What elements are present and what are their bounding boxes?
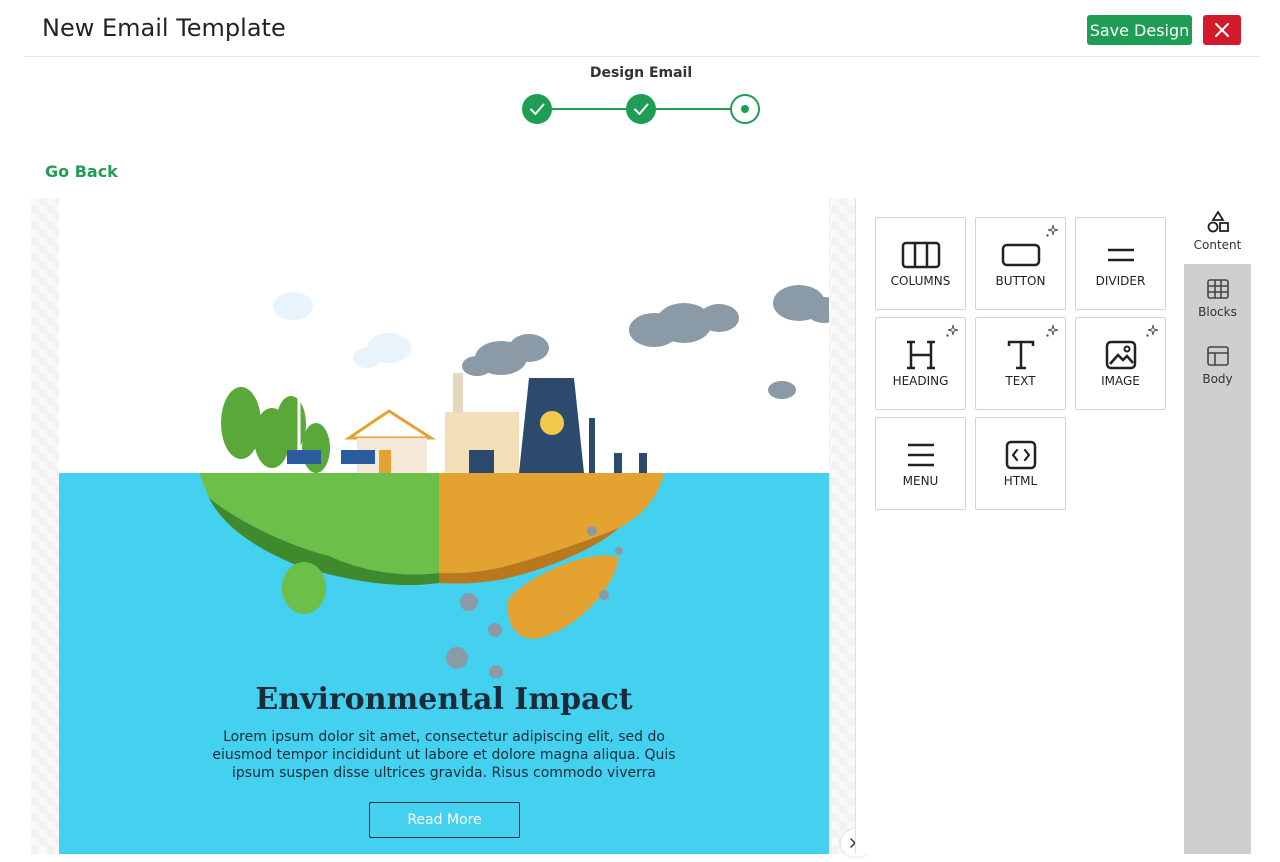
tool-label: HTML <box>1003 474 1038 488</box>
step-connector <box>655 108 731 110</box>
active-tab-pointer <box>1175 221 1185 241</box>
step-connector <box>551 108 627 110</box>
tool-label: TEXT <box>1005 374 1036 388</box>
tool-button[interactable]: BUTTON <box>975 217 1066 310</box>
shapes-icon <box>1207 210 1229 233</box>
tab-label: Body <box>1202 372 1233 386</box>
tool-label: HEADING <box>892 374 949 388</box>
checkmark-icon <box>530 103 545 115</box>
tool-columns[interactable]: COLUMNS <box>875 217 966 310</box>
tool-label: DIVIDER <box>1095 274 1146 288</box>
menu-icon <box>908 443 934 467</box>
close-button[interactable] <box>1203 15 1241 45</box>
email-heading: Environmental Impact <box>255 682 633 717</box>
tool-label: MENU <box>902 474 939 488</box>
page-title: New Email Template <box>42 14 286 42</box>
save-design-button[interactable]: Save Design <box>1087 15 1192 45</box>
close-icon <box>1215 23 1229 37</box>
blocks-icon <box>1207 279 1229 299</box>
step-2-complete <box>626 94 656 124</box>
step-1-complete <box>522 94 552 124</box>
tab-blocks[interactable]: Blocks <box>1184 265 1251 331</box>
ai-sparkle-icon <box>946 324 959 337</box>
tool-label: IMAGE <box>1101 374 1140 388</box>
go-back-link[interactable]: Go Back <box>45 162 118 181</box>
email-canvas: Environmental Impact Lorem ipsum dolor s… <box>31 198 856 854</box>
tab-label: Content <box>1193 238 1242 252</box>
current-step-dot <box>741 105 749 113</box>
tool-html[interactable]: HTML <box>975 417 1066 510</box>
tool-heading[interactable]: HEADING <box>875 317 966 410</box>
tool-image[interactable]: IMAGE <box>1075 317 1166 410</box>
tool-text[interactable]: TEXT <box>975 317 1066 410</box>
columns-icon <box>901 241 941 269</box>
email-preview[interactable]: Environmental Impact Lorem ipsum dolor s… <box>59 198 829 854</box>
divider-icon <box>1108 248 1134 262</box>
read-more-button[interactable]: Read More <box>369 802 520 838</box>
tool-divider[interactable]: DIVIDER <box>1075 217 1166 310</box>
header-divider <box>24 56 1260 57</box>
tool-label: BUTTON <box>995 274 1046 288</box>
editor-side-tabs: Content Blocks Body <box>1184 198 1251 854</box>
html-icon <box>1005 440 1037 470</box>
button-icon <box>1001 243 1041 267</box>
step-3-current <box>730 94 760 124</box>
heading-icon <box>907 340 935 370</box>
ai-sparkle-icon <box>1046 324 1059 337</box>
ai-sparkle-icon <box>1146 324 1159 337</box>
text-icon <box>1007 340 1035 370</box>
environmental-impact-illustration <box>199 285 829 678</box>
ai-sparkle-icon <box>1046 224 1059 237</box>
tool-label: COLUMNS <box>890 274 951 288</box>
tool-menu[interactable]: MENU <box>875 417 966 510</box>
image-icon <box>1105 340 1137 370</box>
content-tools-panel: COLUMNS BUTTON DIVIDER HEADING TEXT IMAG… <box>855 198 1184 854</box>
tab-label: Blocks <box>1198 305 1237 319</box>
email-body-text: Lorem ipsum dolor sit amet, consectetur … <box>212 729 676 781</box>
step-label: Design Email <box>589 65 693 81</box>
body-icon <box>1207 346 1229 366</box>
tab-body[interactable]: Body <box>1184 332 1251 398</box>
top-bar: New Email Template Save Design <box>0 0 1280 57</box>
progress-stepper <box>521 93 761 125</box>
checkmark-icon <box>634 103 649 115</box>
tab-content[interactable]: Content <box>1184 198 1251 264</box>
